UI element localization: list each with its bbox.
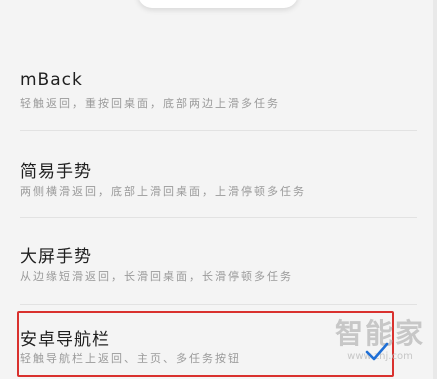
scrollbar-track[interactable] bbox=[433, 0, 437, 379]
option-large-screen-gesture[interactable]: 大屏手势 从边缘短滑返回，长滑回桌面，长滑停顿多任务 bbox=[0, 228, 437, 316]
option-title: 大屏手势 bbox=[20, 247, 92, 267]
divider bbox=[20, 304, 417, 305]
option-title: 简易手势 bbox=[20, 162, 92, 182]
option-simple-gesture[interactable]: 简易手势 两侧横滑返回，底部上滑回桌面，上滑停顿多任务 bbox=[0, 142, 437, 230]
divider bbox=[20, 130, 417, 131]
option-description: 轻触返回，重按回桌面，底部两边上滑多任务 bbox=[20, 97, 280, 110]
navigation-options-list: mBack 轻触返回，重按回桌面，底部两边上滑多任务 bbox=[0, 52, 437, 140]
divider bbox=[20, 217, 417, 218]
option-description: 从边缘短滑返回，长滑回桌面，长滑停顿多任务 bbox=[20, 270, 293, 283]
option-title: mBack bbox=[20, 70, 83, 90]
gesture-preview-card bbox=[138, 0, 298, 8]
option-mback[interactable]: mBack 轻触返回，重按回桌面，底部两边上滑多任务 bbox=[0, 52, 437, 140]
check-icon bbox=[365, 342, 389, 361]
option-description: 两侧横滑返回，底部上滑回桌面，上滑停顿多任务 bbox=[20, 185, 306, 198]
